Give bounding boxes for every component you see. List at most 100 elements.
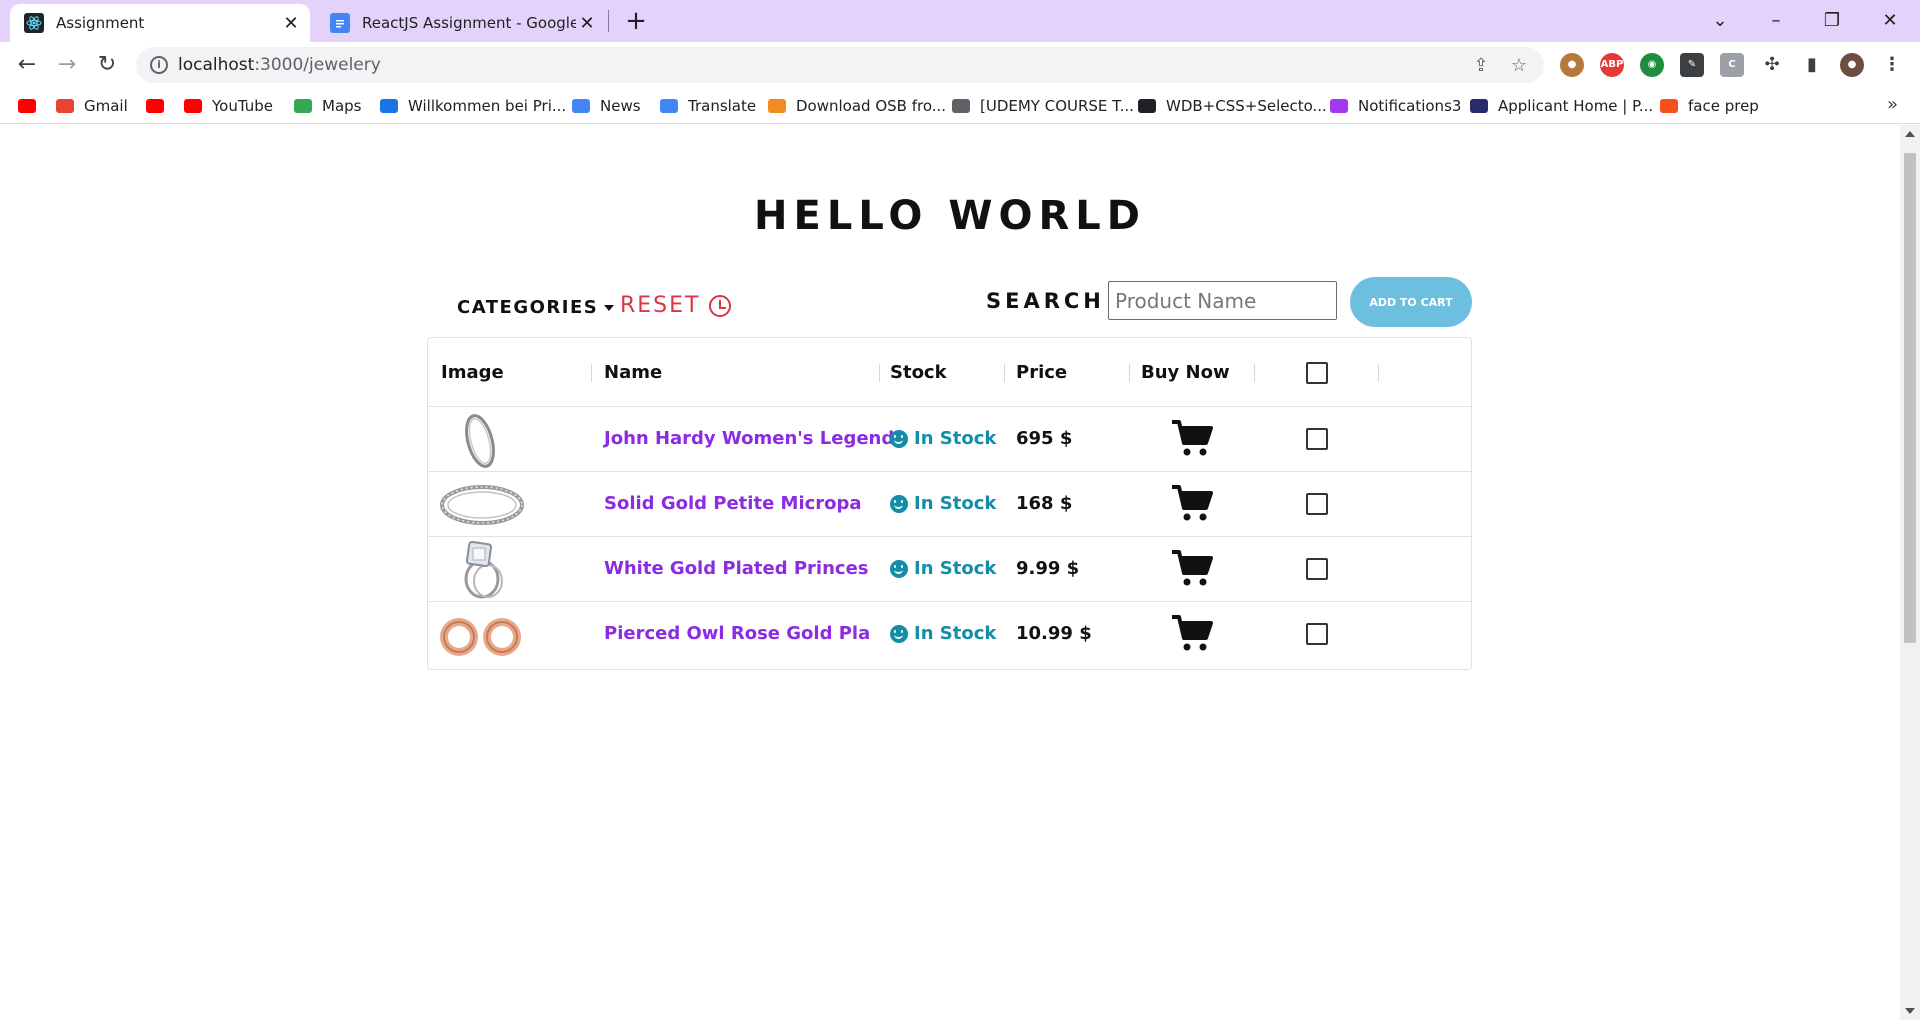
- side-panel-icon[interactable]: ▮: [1800, 53, 1824, 77]
- bookmark-item[interactable]: WDB+CSS+Selecto...: [1138, 95, 1327, 117]
- youtube-icon: [18, 99, 36, 113]
- product-name-link[interactable]: John Hardy Women's Legend: [604, 428, 894, 449]
- smile-icon: [890, 494, 908, 513]
- shopping-cart-icon[interactable]: [1170, 419, 1214, 459]
- tab-divider: [608, 10, 609, 32]
- bookmarks-bar: Gmail YouTube Maps Willkommen bei Pri... New…: [0, 88, 1920, 124]
- close-window-button[interactable]: ✕: [1870, 6, 1910, 36]
- css-extension-icon[interactable]: C: [1720, 53, 1744, 77]
- page-scrollbar[interactable]: [1900, 125, 1920, 1020]
- adblock-extension-icon[interactable]: ABP: [1600, 53, 1624, 77]
- reset-label: RESET: [620, 293, 701, 318]
- prime-video-icon: [380, 99, 398, 113]
- stock-status: In Stock: [890, 558, 996, 579]
- product-image-ring-band: [440, 485, 524, 525]
- bookmark-item[interactable]: face prep: [1660, 95, 1759, 117]
- forward-button[interactable]: →: [52, 50, 82, 80]
- reload-button[interactable]: ↻: [92, 50, 122, 80]
- shopping-cart-icon[interactable]: [1170, 484, 1214, 524]
- bookmark-item[interactable]: YouTube: [184, 95, 273, 117]
- react-icon: [24, 13, 44, 33]
- categories-dropdown[interactable]: CATEGORIES: [457, 297, 615, 318]
- column-divider: [1254, 364, 1255, 382]
- table-row: Pierced Owl Rose Gold Pla In Stock 10.99…: [428, 602, 1471, 667]
- bookmark-label: News: [600, 97, 641, 115]
- bookmark-label: Gmail: [84, 97, 128, 115]
- menu-kebab-icon[interactable]: ⋮: [1880, 53, 1904, 77]
- add-to-cart-button[interactable]: ADD TO CART: [1350, 277, 1472, 327]
- bookmark-item[interactable]: Download OSB fro...: [768, 95, 946, 117]
- bookmark-item[interactable]: Willkommen bei Pri...: [380, 95, 566, 117]
- shopping-cart-icon[interactable]: [1170, 549, 1214, 589]
- scroll-down-arrow-icon[interactable]: [1905, 1008, 1915, 1014]
- share-icon[interactable]: ⇪: [1470, 55, 1492, 77]
- cookie-extension-icon[interactable]: ●: [1560, 53, 1584, 77]
- address-bar[interactable]: i localhost:3000/jewelery ⇪ ☆: [136, 47, 1544, 83]
- google-docs-icon: [330, 13, 350, 33]
- tab-assignment[interactable]: Assignment ✕: [10, 4, 310, 42]
- smile-icon: [890, 559, 908, 578]
- restore-button[interactable]: ❐: [1812, 6, 1852, 36]
- faceprep-icon: [1660, 99, 1678, 113]
- translate-icon: [660, 99, 678, 113]
- page-title: HELLO WORLD: [754, 193, 1146, 239]
- caret-down-icon: [604, 304, 615, 311]
- gmail-icon: [56, 99, 74, 113]
- row-select-checkbox[interactable]: [1306, 428, 1328, 450]
- bookmark-item[interactable]: News: [572, 95, 641, 117]
- product-image-rose-gold-plugs: [440, 618, 521, 656]
- bookmark-item[interactable]: [UDEMY COURSE T...: [952, 95, 1134, 117]
- reset-button[interactable]: RESET: [620, 293, 731, 318]
- bookmark-item[interactable]: [18, 95, 46, 117]
- row-select-checkbox[interactable]: [1306, 493, 1328, 515]
- bookmark-item[interactable]: Gmail: [56, 95, 128, 117]
- tab-bar: Assignment ✕ ReactJS Assignment - Google…: [0, 0, 1920, 42]
- search-input[interactable]: [1108, 281, 1337, 320]
- scrollbar-thumb[interactable]: [1904, 153, 1916, 643]
- tab-title: Assignment: [56, 14, 145, 32]
- youtube-icon: [184, 99, 202, 113]
- pen-extension-icon[interactable]: ✎: [1680, 53, 1704, 77]
- categories-label: CATEGORIES: [457, 297, 599, 318]
- stock-status: In Stock: [890, 623, 996, 644]
- new-tab-button[interactable]: +: [622, 8, 650, 36]
- product-price: 695 $: [1016, 428, 1073, 449]
- table-header: Image Name Stock Price Buy Now: [428, 338, 1471, 407]
- profile-avatar[interactable]: ●: [1840, 53, 1864, 77]
- minimize-button[interactable]: –: [1756, 6, 1796, 36]
- bookmark-item[interactable]: Applicant Home | P...: [1470, 95, 1653, 117]
- close-tab-icon[interactable]: ✕: [576, 12, 598, 34]
- row-select-checkbox[interactable]: [1306, 558, 1328, 580]
- row-select-checkbox[interactable]: [1306, 623, 1328, 645]
- tab-title: ReactJS Assignment - Google Do: [362, 14, 576, 32]
- product-price: 168 $: [1016, 493, 1073, 514]
- back-button[interactable]: ←: [12, 50, 42, 80]
- bookmark-item[interactable]: [146, 95, 174, 117]
- audio-extension-icon[interactable]: ◉: [1640, 53, 1664, 77]
- column-divider: [591, 364, 592, 382]
- column-divider: [1378, 364, 1379, 382]
- shopping-cart-icon[interactable]: [1170, 614, 1214, 654]
- product-name-link[interactable]: Pierced Owl Rose Gold Pla: [604, 623, 870, 644]
- close-tab-icon[interactable]: ✕: [280, 12, 302, 34]
- bookmark-label: Willkommen bei Pri...: [408, 97, 567, 115]
- tab-search-icon[interactable]: ⌄: [1700, 6, 1740, 36]
- select-all-checkbox[interactable]: [1306, 362, 1328, 384]
- product-name-link[interactable]: White Gold Plated Princes: [604, 558, 869, 579]
- youtube-icon: [146, 99, 164, 113]
- product-name-link[interactable]: Solid Gold Petite Micropa: [604, 493, 862, 514]
- site-info-icon[interactable]: i: [150, 56, 168, 74]
- column-divider: [879, 364, 880, 382]
- product-image-diamond-ring: [464, 541, 503, 599]
- smile-icon: [890, 624, 908, 643]
- more-bookmarks-icon[interactable]: »: [1887, 94, 1898, 115]
- bookmark-label: Maps: [322, 97, 362, 115]
- scroll-up-arrow-icon[interactable]: [1905, 131, 1915, 137]
- bookmark-star-icon[interactable]: ☆: [1508, 55, 1530, 77]
- bookmark-item[interactable]: Notifications3: [1330, 95, 1461, 117]
- bookmark-label: Notifications3: [1358, 97, 1462, 115]
- tab-google-docs[interactable]: ReactJS Assignment - Google Do ✕: [316, 4, 606, 42]
- bookmark-item[interactable]: Translate: [660, 95, 756, 117]
- bookmark-item[interactable]: Maps: [294, 95, 361, 117]
- extensions-puzzle-icon[interactable]: ✣: [1760, 53, 1784, 77]
